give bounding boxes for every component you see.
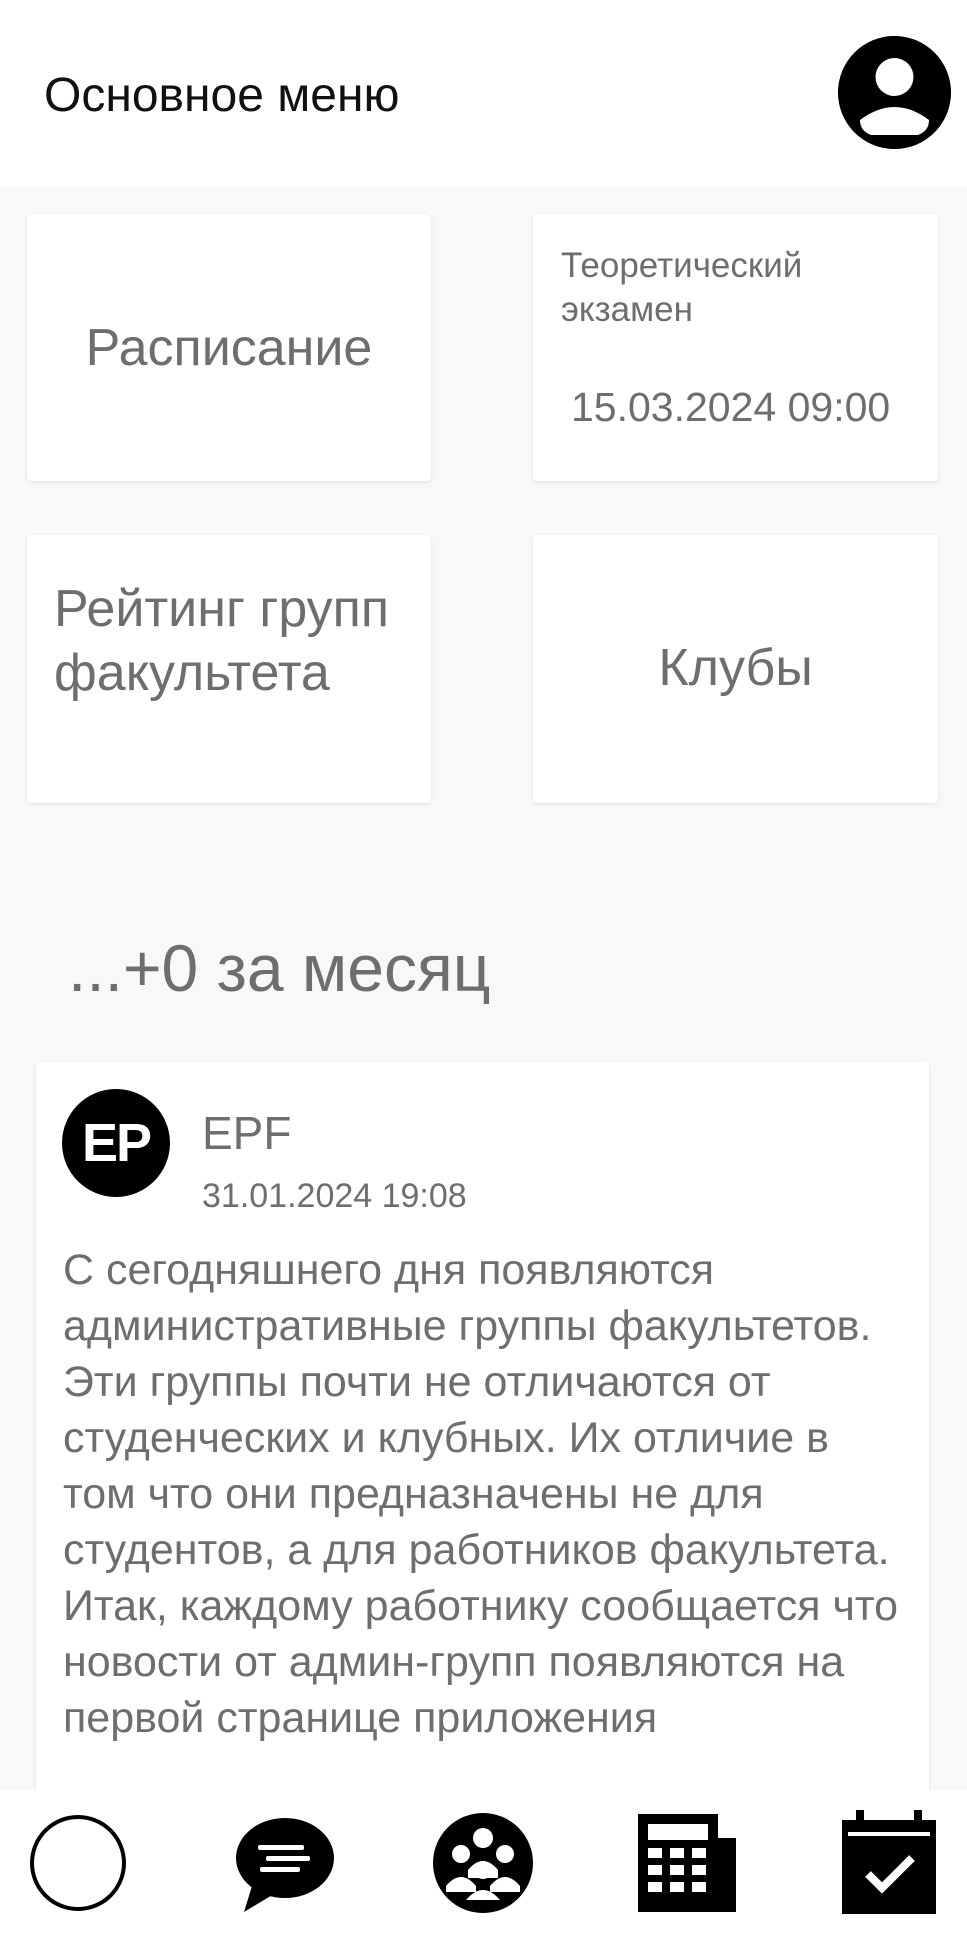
news-date: 31.01.2024 19:08 [202,1177,467,1215]
clubs-label: Клубы [658,639,813,697]
news-month-count: ...+0 за месяц [68,931,491,1005]
clubs-tile[interactable]: Клубы [533,535,938,803]
faculty-rating-tile[interactable]: Рейтинг групп факультета [27,535,431,803]
exam-title: Теоретический экзамен [561,246,803,329]
chat-bubble-icon[interactable] [228,1808,338,1918]
calendar-check-icon[interactable] [834,1808,944,1918]
news-author: EPF [202,1107,292,1159]
account-circle-icon[interactable] [838,36,951,149]
page-title: Основное меню [44,69,400,122]
groups-icon[interactable] [428,1808,538,1918]
rating-label: Рейтинг групп факультета [54,580,389,702]
schedule-tile[interactable]: Расписание [27,214,431,481]
bottom-navigation [0,1790,967,1940]
news-card[interactable]: EP EPF 31.01.2024 19:08 С сегодняшнего д… [36,1062,929,1822]
avatar: EP [62,1089,170,1197]
news-text: С сегодняшнего дня появляются администра… [63,1246,898,1742]
exam-tile[interactable]: Теоретический экзамен 15.03.2024 09:00 [533,214,938,481]
schedule-label: Расписание [85,319,373,377]
home-circle-icon[interactable] [23,1808,133,1918]
exam-datetime: 15.03.2024 09:00 [571,384,891,430]
calculator-icon[interactable] [632,1808,742,1918]
app-header: Основное меню [0,0,967,187]
